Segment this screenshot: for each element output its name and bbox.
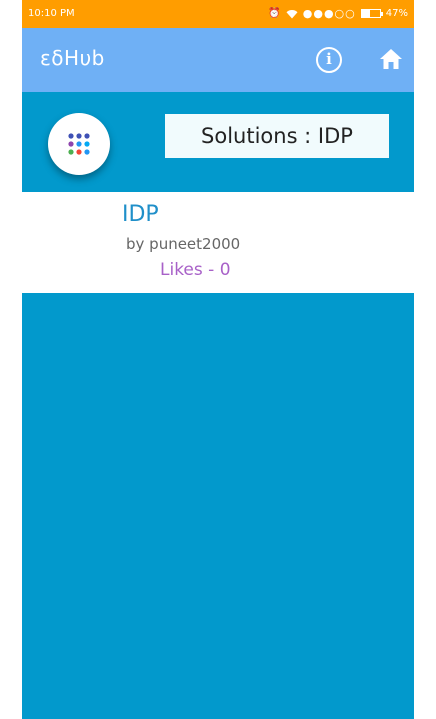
alarm-icon: ⏰ <box>268 8 281 19</box>
page-header: Solutions : IDP <box>22 92 414 192</box>
battery-icon <box>360 9 383 18</box>
wifi-icon <box>286 9 298 18</box>
status-time: 10:10 PM <box>28 8 75 19</box>
grid-dots-icon <box>68 133 90 155</box>
menu-fab-button[interactable] <box>48 113 110 175</box>
status-icons: ⏰ ●●●○○ 47% <box>268 7 408 20</box>
battery-level: 47% <box>385 8 408 19</box>
solution-name: IDP <box>122 202 159 227</box>
info-icon[interactable]: i <box>316 47 342 73</box>
status-bar: 10:10 PM ⏰ ●●●○○ 47% <box>22 0 414 28</box>
solution-card[interactable]: IDP by puneet2000 Likes - 0 <box>22 192 414 293</box>
solution-likes: Likes - 0 <box>160 260 231 280</box>
page-title: Solutions : IDP <box>165 114 389 158</box>
solution-author: by puneet2000 <box>126 235 241 253</box>
signal-icon: ●●●○○ <box>302 7 356 20</box>
app-title: εδHυb <box>40 46 105 70</box>
phone-screen: 10:10 PM ⏰ ●●●○○ 47% εδHυb i Solutions:… <box>22 0 414 719</box>
app-bar: εδHυb i <box>22 28 414 92</box>
home-icon[interactable] <box>379 48 403 70</box>
